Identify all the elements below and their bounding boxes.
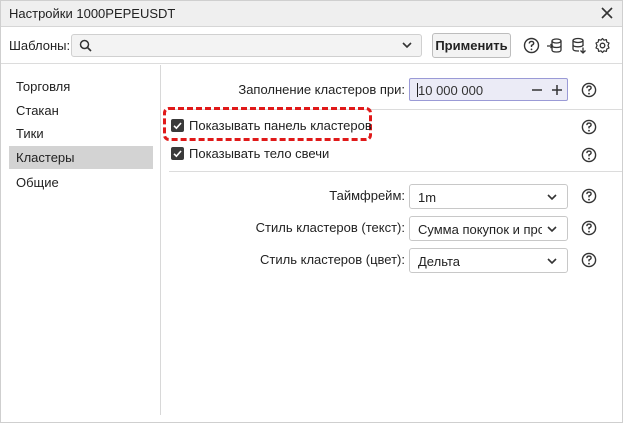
search-icon	[79, 39, 92, 52]
section-divider	[169, 171, 622, 172]
minus-icon[interactable]	[530, 82, 544, 98]
style-text-value: Сумма покупок и продаж	[418, 222, 542, 237]
sidebar-item-orderbook[interactable]: Стакан	[9, 99, 153, 122]
chevron-down-icon	[402, 42, 412, 49]
sidebar-item-clusters[interactable]: Кластеры	[9, 146, 153, 169]
templates-toolbar: Шаблоны: Применить	[1, 28, 622, 64]
chevron-down-icon	[547, 258, 557, 265]
show-panel-checkbox[interactable]	[171, 119, 184, 132]
sidebar-item-trading[interactable]: Торговля	[9, 75, 153, 98]
title-bar: Настройки 1000PEPEUSDT	[1, 1, 622, 27]
chevron-down-icon	[547, 194, 557, 201]
close-icon[interactable]	[598, 4, 616, 22]
sidebar-item-general[interactable]: Общие	[9, 171, 153, 194]
plus-icon[interactable]	[550, 82, 564, 98]
settings-dialog: Настройки 1000PEPEUSDT Шаблоны: Применит…	[0, 0, 623, 423]
style-text-select[interactable]: Сумма покупок и продаж	[409, 216, 568, 241]
settings-gear-icon[interactable]	[594, 37, 611, 54]
help-circle-icon[interactable]	[581, 82, 597, 98]
templates-select[interactable]	[71, 34, 422, 57]
help-circle-icon[interactable]	[523, 37, 540, 54]
timeframe-label: Таймфрейм:	[329, 188, 405, 203]
show-panel-label[interactable]: Показывать панель кластеров	[189, 118, 372, 133]
help-circle-icon[interactable]	[581, 147, 597, 163]
database-save-icon[interactable]	[571, 37, 588, 54]
style-text-label: Стиль кластеров (текст):	[255, 220, 405, 235]
chevron-down-icon	[547, 226, 557, 233]
timeframe-value: 1m	[418, 190, 437, 205]
fill-clusters-label: Заполнение кластеров при:	[238, 82, 405, 97]
check-icon	[173, 150, 182, 158]
help-circle-icon[interactable]	[581, 188, 597, 204]
style-color-label: Стиль кластеров (цвет):	[260, 252, 405, 267]
style-color-value: Дельта	[418, 254, 460, 269]
templates-label: Шаблоны:	[9, 38, 71, 53]
help-circle-icon[interactable]	[581, 252, 597, 268]
help-circle-icon[interactable]	[581, 220, 597, 236]
check-icon	[173, 122, 182, 130]
fill-clusters-input[interactable]: 10 000 000	[409, 78, 568, 101]
import-icon[interactable]	[546, 37, 563, 54]
show-body-checkbox[interactable]	[171, 147, 184, 160]
help-circle-icon[interactable]	[581, 119, 597, 135]
fill-clusters-value: 10 000 000	[418, 83, 484, 98]
window-title: Настройки 1000PEPEUSDT	[9, 6, 176, 21]
sidebar-item-ticks[interactable]: Тики	[9, 122, 153, 145]
style-color-select[interactable]: Дельта	[409, 248, 568, 273]
settings-sidebar: Торговля Стакан Тики Кластеры Общие	[1, 65, 161, 415]
apply-button[interactable]: Применить	[432, 33, 511, 58]
show-body-label[interactable]: Показывать тело свечи	[189, 146, 329, 161]
timeframe-select[interactable]: 1m	[409, 184, 568, 209]
